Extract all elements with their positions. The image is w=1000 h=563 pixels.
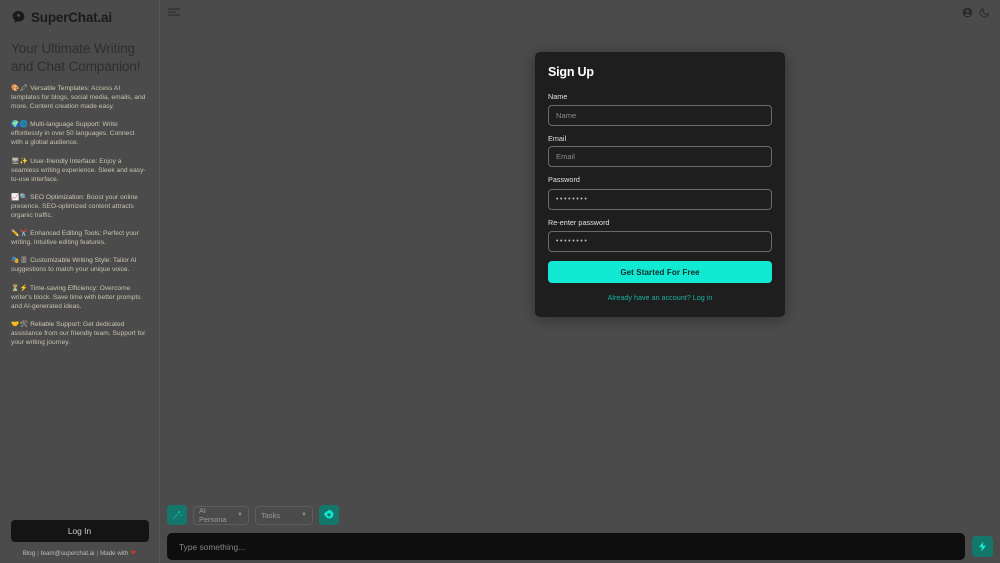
composer (160, 530, 1000, 563)
feature-title: SEO Optimization: (30, 194, 85, 201)
ai-persona-select[interactable]: AI Persona ▼ (193, 506, 249, 525)
feature-emoji: 📈🔍 (11, 194, 28, 201)
footer-made-with-label: Made with (100, 550, 128, 557)
confirm-password-input[interactable] (548, 231, 772, 252)
feature-emoji: 🎨🖍 (11, 85, 28, 92)
login-button[interactable]: Log In (11, 520, 149, 542)
heart-icon: ❤ (130, 549, 136, 557)
get-started-button[interactable]: Get Started For Free (548, 261, 772, 283)
composer-toolbar: AI Persona ▼ Tasks ▼ (160, 500, 1000, 530)
feature-title: Customizable Writing Style: (30, 257, 111, 264)
password-field-group: Password (548, 175, 772, 210)
tasks-label: Tasks (261, 511, 280, 520)
list-item: ✏️✂️ Enhanced Editing Tools: Perfect you… (11, 229, 147, 247)
tasks-select[interactable]: Tasks ▼ (255, 506, 313, 525)
chevron-down-icon: ▼ (301, 512, 307, 518)
moon-dark-mode-icon[interactable] (979, 7, 990, 18)
feature-emoji: ✏️✂️ (11, 230, 28, 237)
name-input[interactable] (548, 105, 772, 126)
topbar-actions (962, 7, 990, 18)
confirm-password-label: Re-enter password (548, 218, 772, 227)
email-label: Email (548, 134, 772, 143)
magic-wand-button[interactable] (167, 505, 187, 525)
login-link[interactable]: Already have an account? Log in (548, 293, 772, 302)
main-panel: AI Persona ▼ Tasks ▼ (160, 0, 1000, 563)
lightning-bolt-send-icon (977, 541, 988, 552)
feature-emoji: 🤝🛠 (11, 321, 28, 328)
feature-title: Enhanced Editing Tools: (30, 230, 101, 237)
sidebar-footer: Log In Blog | team@superchat.ai | Made w… (0, 520, 159, 563)
feature-emoji: 🎭🎚 (11, 257, 28, 264)
list-item: 🖥✨ User-friendly Interface: Enjoy a seam… (11, 157, 147, 184)
feature-emoji: 🌍🌐 (11, 121, 28, 128)
feature-emoji: ⏳⚡ (11, 285, 28, 292)
feature-title: Time-saving Efficiency: (30, 285, 98, 292)
email-field-group: Email (548, 134, 772, 168)
hamburger-menu-icon[interactable] (167, 7, 181, 17)
password-input[interactable] (548, 189, 772, 210)
sidebar: SuperChat.ai Your Ultimate Writing and C… (0, 0, 160, 563)
topbar (160, 0, 1000, 24)
list-item: 🤝🛠 Reliable Support: Get dedicated assis… (11, 320, 147, 347)
email-input[interactable] (548, 146, 772, 167)
chat-bubble-logo-icon (11, 10, 26, 25)
brand-name: SuperChat.ai (31, 10, 112, 25)
chevron-down-icon: ▼ (237, 512, 243, 518)
footer-separator: | (37, 550, 39, 557)
feature-title: Multi-language Support: (30, 121, 100, 128)
feature-title: Reliable Support: (30, 321, 81, 328)
feature-title: User-friendly Interface: (30, 158, 97, 165)
name-label: Name (548, 92, 772, 101)
send-button[interactable] (972, 536, 993, 557)
list-item: 🎭🎚 Customizable Writing Style: Tailor AI… (11, 256, 147, 274)
page-title: Your Ultimate Writing and Chat Companion… (0, 28, 159, 75)
feature-list: 🎨🖍 Versatile Templates: Access AI templa… (0, 75, 159, 520)
footer-blog-link[interactable]: Blog (23, 550, 35, 557)
ai-persona-label: AI Persona (199, 506, 230, 524)
brand[interactable]: SuperChat.ai (0, 0, 159, 28)
list-item: 🌍🌐 Multi-language Support: Write effortl… (11, 120, 147, 147)
list-item: 🎨🖍 Versatile Templates: Access AI templa… (11, 84, 147, 111)
feature-title: Versatile Templates: (30, 85, 89, 92)
signup-modal: Sign Up Name Email Password Re-enter pas… (535, 52, 785, 317)
modal-title: Sign Up (548, 65, 772, 79)
user-account-icon[interactable] (962, 7, 973, 18)
footer-links: Blog | team@superchat.ai | Made with ❤ (23, 549, 136, 557)
list-item: 📈🔍 SEO Optimization: Boost your online p… (11, 193, 147, 220)
feature-emoji: 🖥✨ (11, 158, 28, 165)
app-root: SuperChat.ai Your Ultimate Writing and C… (0, 0, 1000, 563)
footer-email-link[interactable]: team@superchat.ai (41, 550, 95, 557)
settings-button[interactable] (319, 505, 339, 525)
name-field-group: Name (548, 92, 772, 126)
magic-wand-icon (171, 509, 183, 521)
password-label: Password (548, 175, 772, 184)
confirm-password-field-group: Re-enter password (548, 218, 772, 253)
footer-separator: | (97, 550, 99, 557)
list-item: ⏳⚡ Time-saving Efficiency: Overcome writ… (11, 284, 147, 311)
gear-settings-icon (323, 509, 335, 521)
chat-input[interactable] (167, 533, 965, 560)
